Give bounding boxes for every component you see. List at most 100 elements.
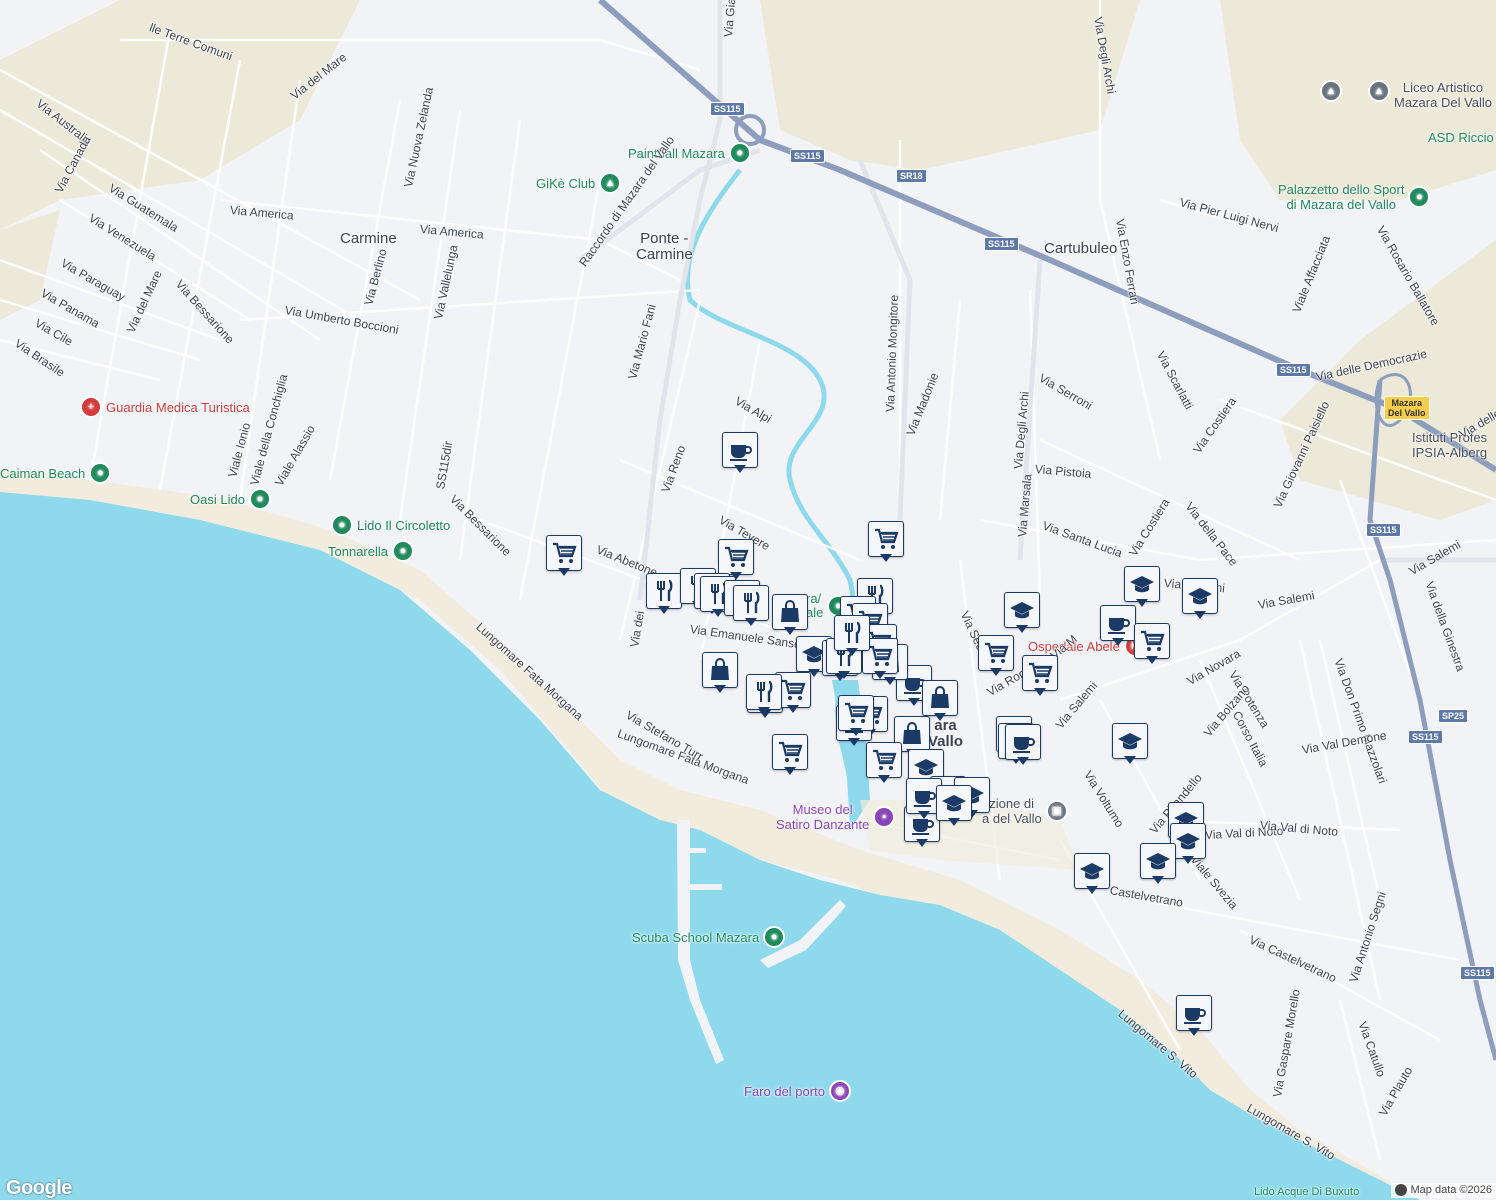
marker-box bbox=[1074, 853, 1110, 889]
school-icon bbox=[1188, 588, 1212, 605]
school-marker[interactable] bbox=[936, 785, 972, 829]
pin-icon: ● bbox=[1408, 186, 1431, 208]
pin-icon: ● bbox=[763, 926, 786, 948]
marker-tip bbox=[948, 818, 960, 826]
grocery-marker[interactable] bbox=[1022, 655, 1058, 699]
grocery-marker[interactable] bbox=[866, 742, 902, 786]
marker-tip bbox=[734, 465, 746, 473]
marker-tip bbox=[784, 767, 796, 775]
cafe-icon bbox=[1013, 737, 1035, 753]
shopping-marker[interactable] bbox=[702, 652, 738, 696]
place-ponte-carmine: Ponte - Carmine bbox=[636, 230, 693, 263]
shopping-bag-icon bbox=[781, 600, 799, 622]
marker-box bbox=[1022, 655, 1058, 691]
shopping-cart-icon bbox=[782, 679, 806, 700]
cafe-marker[interactable] bbox=[722, 432, 758, 476]
poi-museo-satiro[interactable]: Museo del Satiro Danzante ▪ bbox=[776, 802, 896, 832]
school-marker[interactable] bbox=[1124, 566, 1160, 610]
map-attribution[interactable]: Map data ©2026 bbox=[1390, 1183, 1496, 1198]
grocery-marker[interactable] bbox=[868, 521, 904, 565]
marker-box bbox=[866, 742, 902, 778]
marker-box bbox=[1176, 995, 1212, 1031]
restaurant-marker[interactable] bbox=[834, 615, 870, 659]
poi-label: ra/ ale bbox=[806, 591, 824, 620]
poi-label: Guardia Medica Turistica bbox=[106, 399, 250, 415]
shopping-cart-icon bbox=[873, 749, 897, 770]
poi-stazione[interactable]: azione di a del Vallo ▣ bbox=[982, 796, 1068, 826]
grocery-marker[interactable] bbox=[546, 535, 582, 579]
marker-tip bbox=[1112, 638, 1124, 646]
marker-box bbox=[546, 535, 582, 571]
shopping-cart-icon bbox=[869, 645, 893, 666]
marker-tip bbox=[1016, 625, 1028, 633]
poi-palazzetto-sport[interactable]: Palazzetto dello Sport di Mazara del Val… bbox=[1278, 182, 1431, 212]
shopping-cart-icon bbox=[985, 642, 1009, 663]
poi-asd-riccio[interactable]: ASD Riccio bbox=[1428, 130, 1494, 145]
shopping-bag-icon bbox=[711, 658, 729, 680]
marker-box bbox=[646, 573, 682, 609]
marker-box bbox=[746, 674, 782, 710]
school-marker[interactable] bbox=[1074, 853, 1110, 897]
poi-label: Lido Acque Di Buxuto bbox=[1254, 1186, 1360, 1198]
poi-label: Liceo Artistico Mazara Del Vallo bbox=[1394, 80, 1493, 110]
pin-icon: ● bbox=[392, 540, 414, 562]
poi-label: Palazzetto dello Sport di Mazara del Val… bbox=[1278, 182, 1405, 212]
grocery-marker[interactable] bbox=[772, 734, 808, 778]
cafe-marker[interactable] bbox=[1176, 995, 1212, 1039]
road-shield: SS115 bbox=[1366, 523, 1401, 537]
restaurant-marker[interactable] bbox=[733, 585, 769, 629]
grocery-marker[interactable] bbox=[838, 695, 874, 739]
shopping-cart-icon bbox=[725, 546, 749, 567]
grocery-marker[interactable] bbox=[978, 635, 1014, 679]
poi-liceo-artistico[interactable]: ▲ Liceo Artistico Mazara Del Vallo bbox=[1368, 80, 1492, 110]
poi-label: Scuba School Mazara bbox=[632, 929, 760, 945]
shopping-cart-icon bbox=[1029, 662, 1053, 683]
shopping-cart-icon bbox=[1141, 630, 1165, 651]
school-marker[interactable] bbox=[1004, 592, 1040, 636]
road-shield: SR18 bbox=[896, 169, 927, 183]
road-shield: SS115 bbox=[710, 102, 745, 116]
road-shield: SS115 bbox=[1276, 363, 1311, 377]
school-marker[interactable] bbox=[1182, 578, 1218, 622]
poi-school-dot[interactable]: ▲ bbox=[1320, 80, 1342, 102]
shopping-marker[interactable] bbox=[772, 594, 808, 638]
marker-box bbox=[1124, 566, 1160, 602]
marker-box bbox=[718, 539, 754, 575]
school-marker[interactable] bbox=[1112, 723, 1148, 767]
poi-scuba-school[interactable]: Scuba School Mazara ● bbox=[632, 926, 786, 948]
marker-tip bbox=[1182, 856, 1194, 864]
poi-label: Oasi Lido bbox=[190, 491, 245, 507]
poi-oasi-lido[interactable]: Oasi Lido ● bbox=[190, 488, 271, 510]
school-icon bbox=[1010, 602, 1034, 619]
marker-box bbox=[1112, 723, 1148, 759]
shopping-bag-icon bbox=[931, 686, 949, 708]
marker-tip bbox=[916, 839, 928, 847]
marker-tip bbox=[934, 713, 946, 721]
poi-lido-acque-buxuto[interactable]: Lido Acque Di Buxuto bbox=[1254, 1186, 1359, 1198]
marker-box bbox=[1140, 843, 1176, 879]
marker-tip bbox=[1034, 688, 1046, 696]
restaurant-marker[interactable] bbox=[746, 674, 782, 718]
grocery-marker[interactable] bbox=[1134, 623, 1170, 667]
poi-label: ASD Riccio bbox=[1428, 130, 1494, 145]
restaurant-marker[interactable] bbox=[646, 573, 682, 617]
poi-gike-club[interactable]: GiKè Club ▲ bbox=[536, 172, 622, 194]
poi-faro-del-porto[interactable]: Faro del porto ◉ bbox=[744, 1080, 851, 1102]
poi-caiman-beach[interactable]: Caiman Beach ● bbox=[0, 462, 112, 484]
poi-tonnarella[interactable]: Tonnarella ● bbox=[328, 540, 414, 562]
cafe-marker[interactable] bbox=[1005, 724, 1041, 768]
cafe-marker[interactable] bbox=[1100, 605, 1136, 649]
marker-tip bbox=[838, 671, 850, 679]
poi-istituti-professionali[interactable]: Istituti Profes IPSIA-Alberg bbox=[1412, 430, 1487, 460]
marker-tip bbox=[880, 554, 892, 562]
poi-lido-il-circoletto[interactable]: ● Lido Il Circoletto bbox=[331, 514, 450, 536]
google-logo: Google bbox=[6, 1177, 72, 1199]
school-marker[interactable] bbox=[1140, 843, 1176, 887]
museum-icon: ▪ bbox=[873, 806, 896, 828]
poi-guardia-medica[interactable]: + Guardia Medica Turistica bbox=[80, 396, 250, 418]
map-canvas[interactable]: Carmine Ponte - Carmine Cartubuleo Paint… bbox=[0, 0, 1496, 1200]
info-icon bbox=[1394, 1184, 1407, 1196]
marker-tip bbox=[787, 705, 799, 713]
school-icon bbox=[1118, 733, 1142, 750]
pin-icon: ● bbox=[89, 462, 112, 484]
